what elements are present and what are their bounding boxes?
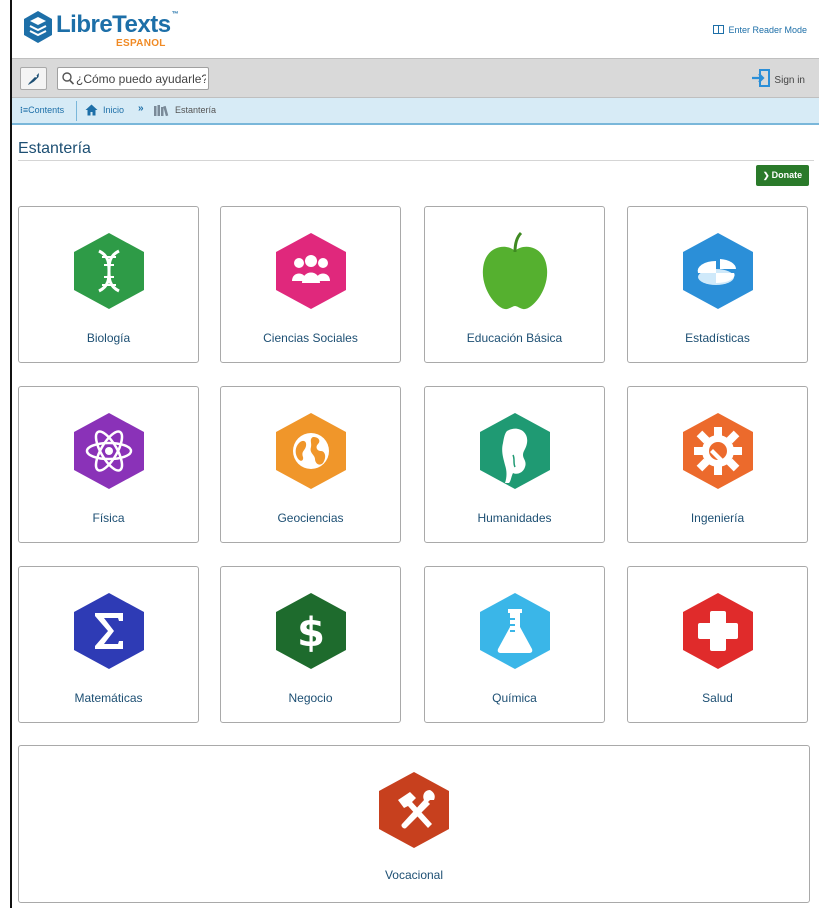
flask-icon bbox=[479, 593, 550, 669]
hammer-wrench-icon bbox=[379, 772, 449, 848]
donate-button[interactable]: ❯ Donate bbox=[756, 165, 809, 186]
books-icon bbox=[154, 105, 169, 116]
shelf-card-estadisticas[interactable]: Estadísticas bbox=[627, 206, 808, 363]
cross-icon bbox=[682, 593, 753, 669]
list-icon: ⁝≡ bbox=[20, 105, 29, 115]
shelf-label: Química bbox=[492, 691, 537, 705]
dna-icon bbox=[73, 233, 144, 309]
shelf-card-geociencias[interactable]: Geociencias bbox=[220, 386, 401, 543]
site-header: LibreTexts™ ESPANOL Enter Reader Mode bbox=[12, 0, 819, 58]
toolbar: Sign in bbox=[12, 58, 819, 98]
shelf-label: Geociencias bbox=[277, 511, 344, 525]
libretexts-logo[interactable]: LibreTexts™ ESPANOL bbox=[22, 8, 182, 54]
shelf-card-quimica[interactable]: Química bbox=[424, 566, 605, 723]
rocket-icon bbox=[28, 73, 39, 85]
contents-button[interactable]: ⁝≡Contents bbox=[20, 105, 64, 116]
shelf-label: Matemáticas bbox=[74, 691, 143, 705]
shelf-card-salud[interactable]: Salud bbox=[627, 566, 808, 723]
svg-text:$: $ bbox=[297, 610, 325, 656]
shelf-label: Vocacional bbox=[384, 868, 444, 882]
atom-icon bbox=[73, 413, 144, 489]
gear-wrench-icon bbox=[682, 413, 753, 489]
shelf-card-matematicas[interactable]: Matemáticas bbox=[18, 566, 199, 723]
sigma-icon bbox=[73, 593, 144, 669]
reader-mode-button[interactable]: Enter Reader Mode bbox=[713, 25, 807, 35]
title-divider bbox=[18, 160, 814, 161]
shelf-card-ingenieria[interactable]: Ingeniería bbox=[627, 386, 808, 543]
sign-in-icon bbox=[752, 69, 771, 87]
home-icon[interactable] bbox=[85, 104, 98, 116]
reader-mode-label: Enter Reader Mode bbox=[728, 25, 807, 35]
shelf-card-fisica[interactable]: Física bbox=[18, 386, 199, 543]
shelf-card-vocacional[interactable]: Vocacional bbox=[18, 745, 810, 903]
shelf-card-humanidades[interactable]: Humanidades bbox=[424, 386, 605, 543]
shelf-card-biologia[interactable]: Biología bbox=[18, 206, 199, 363]
page-frame: LibreTexts™ ESPANOL Enter Reader Mode ¿C… bbox=[10, 0, 819, 908]
search-input[interactable] bbox=[76, 69, 206, 88]
breadcrumb-home-link[interactable]: Inicio bbox=[103, 105, 124, 115]
search-icon bbox=[62, 72, 74, 85]
bust-icon bbox=[479, 413, 550, 489]
divider bbox=[76, 101, 77, 121]
search-box[interactable] bbox=[57, 67, 209, 90]
breadcrumb: ⁝≡Contents Inicio » Estantería bbox=[12, 98, 819, 125]
logo-subtitle: ESPANOL bbox=[116, 38, 166, 49]
donate-label: Donate bbox=[771, 170, 803, 180]
shelf-label: Biología bbox=[86, 331, 131, 345]
dollar-icon: $ bbox=[275, 593, 346, 669]
contents-label: Contents bbox=[28, 105, 65, 115]
shelf-label: Humanidades bbox=[477, 511, 552, 525]
globe-icon bbox=[275, 413, 346, 489]
shelf-label: Ciencias Sociales bbox=[263, 331, 358, 345]
shelf-card-educacion-basica[interactable]: Educación Básica bbox=[424, 206, 605, 363]
logo-wordmark: LibreTexts™ bbox=[56, 11, 179, 38]
shelf-card-ciencias-sociales[interactable]: Ciencias Sociales bbox=[220, 206, 401, 363]
shelf-label: Negocio bbox=[288, 691, 333, 705]
rocket-button[interactable] bbox=[20, 67, 47, 90]
logo-icon bbox=[24, 11, 52, 43]
sign-in-button[interactable]: Sign in bbox=[751, 69, 805, 90]
reader-mode-icon bbox=[713, 25, 725, 34]
shelf-label: Ingeniería bbox=[690, 511, 745, 525]
chevron-down-icon: ❯ bbox=[762, 171, 770, 180]
breadcrumb-separator: » bbox=[138, 103, 144, 114]
sign-in-label: Sign in bbox=[774, 75, 805, 86]
breadcrumb-current: Estantería bbox=[175, 105, 217, 115]
apple-icon bbox=[482, 231, 547, 310]
pie-chart-icon bbox=[682, 233, 753, 309]
shelf-card-negocio[interactable]: $ Negocio bbox=[220, 566, 401, 723]
page-title: Estantería bbox=[18, 140, 91, 157]
shelf-label: Estadísticas bbox=[685, 331, 750, 345]
shelf-label: Salud bbox=[702, 691, 733, 705]
shelf-label: Educación Básica bbox=[466, 331, 563, 345]
shelf-label: Física bbox=[92, 511, 125, 525]
people-icon bbox=[275, 233, 346, 309]
